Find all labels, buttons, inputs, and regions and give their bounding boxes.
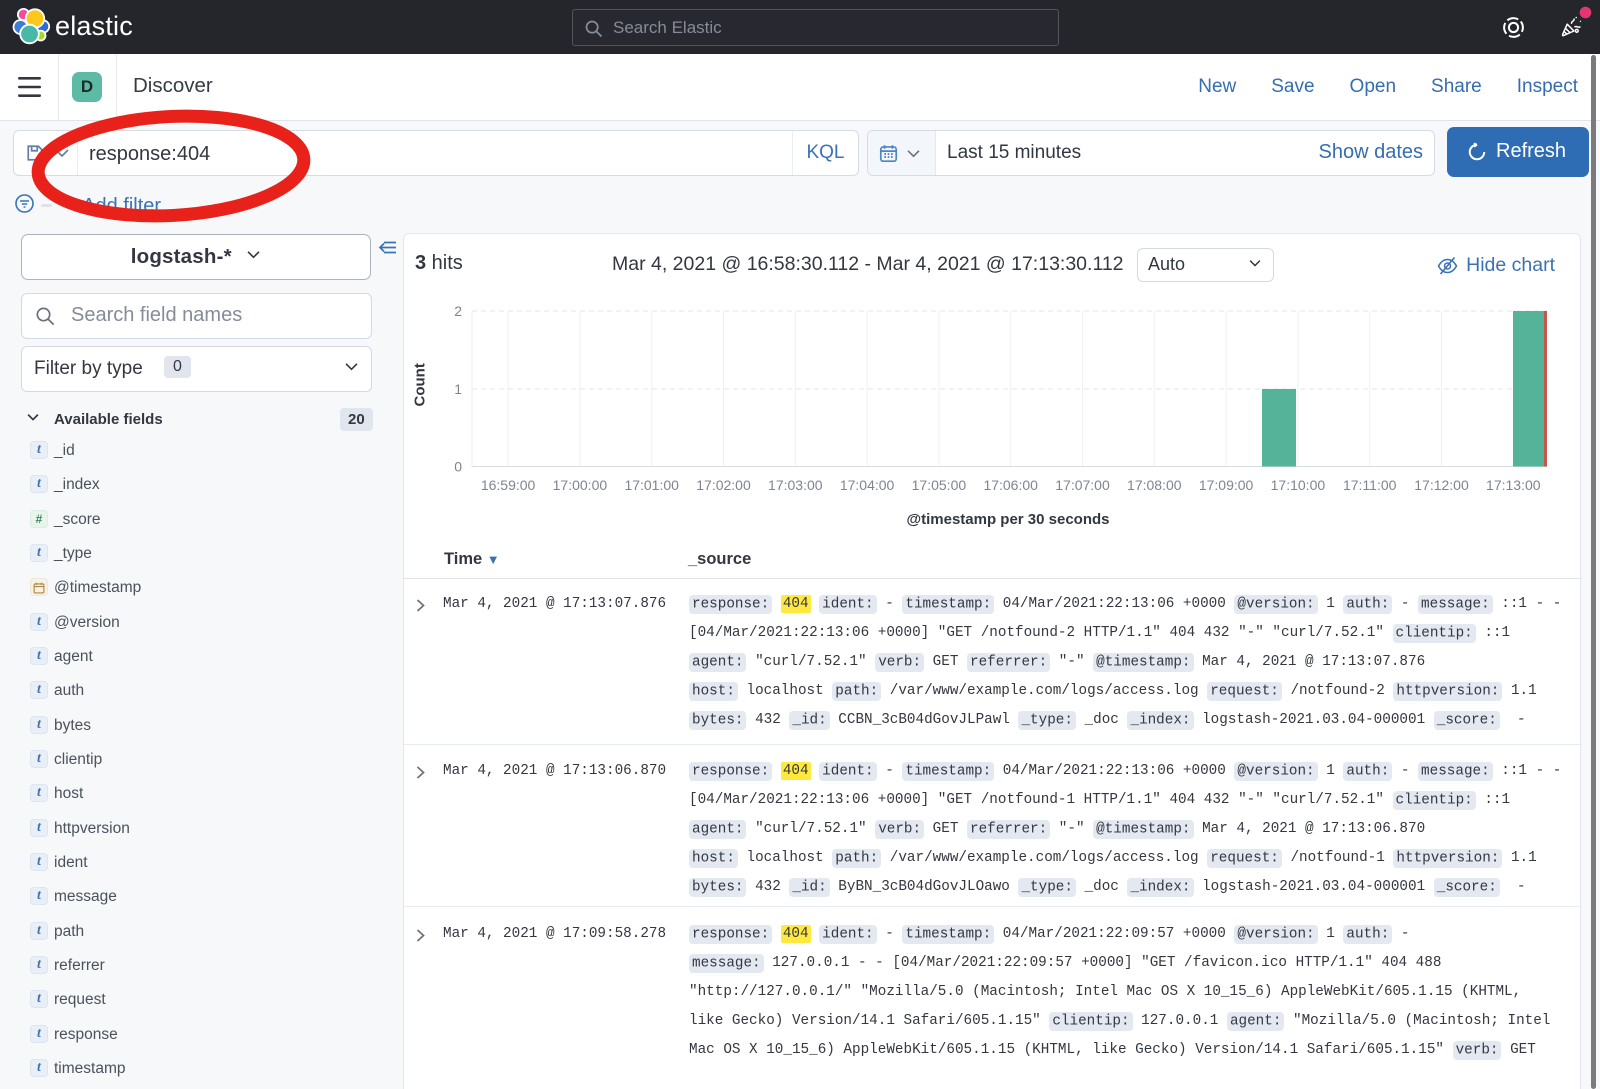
svg-text:17:07:00: 17:07:00 bbox=[1055, 477, 1110, 493]
svg-text:17:13:00: 17:13:00 bbox=[1486, 477, 1541, 493]
svg-text:17:10:00: 17:10:00 bbox=[1271, 477, 1326, 493]
svg-text:2: 2 bbox=[454, 303, 462, 319]
svg-text:17:04:00: 17:04:00 bbox=[840, 477, 895, 493]
svg-text:0: 0 bbox=[454, 459, 462, 475]
svg-text:17:01:00: 17:01:00 bbox=[624, 477, 679, 493]
svg-text:17:12:00: 17:12:00 bbox=[1414, 477, 1469, 493]
svg-text:17:02:00: 17:02:00 bbox=[696, 477, 751, 493]
svg-text:17:06:00: 17:06:00 bbox=[983, 477, 1038, 493]
svg-text:16:59:00: 16:59:00 bbox=[481, 477, 536, 493]
svg-text:17:00:00: 17:00:00 bbox=[553, 477, 608, 493]
svg-text:1: 1 bbox=[454, 381, 462, 397]
svg-text:17:03:00: 17:03:00 bbox=[768, 477, 823, 493]
svg-text:17:11:00: 17:11:00 bbox=[1343, 477, 1397, 493]
svg-text:17:09:00: 17:09:00 bbox=[1199, 477, 1254, 493]
svg-text:17:08:00: 17:08:00 bbox=[1127, 477, 1182, 493]
svg-text:17:05:00: 17:05:00 bbox=[912, 477, 967, 493]
